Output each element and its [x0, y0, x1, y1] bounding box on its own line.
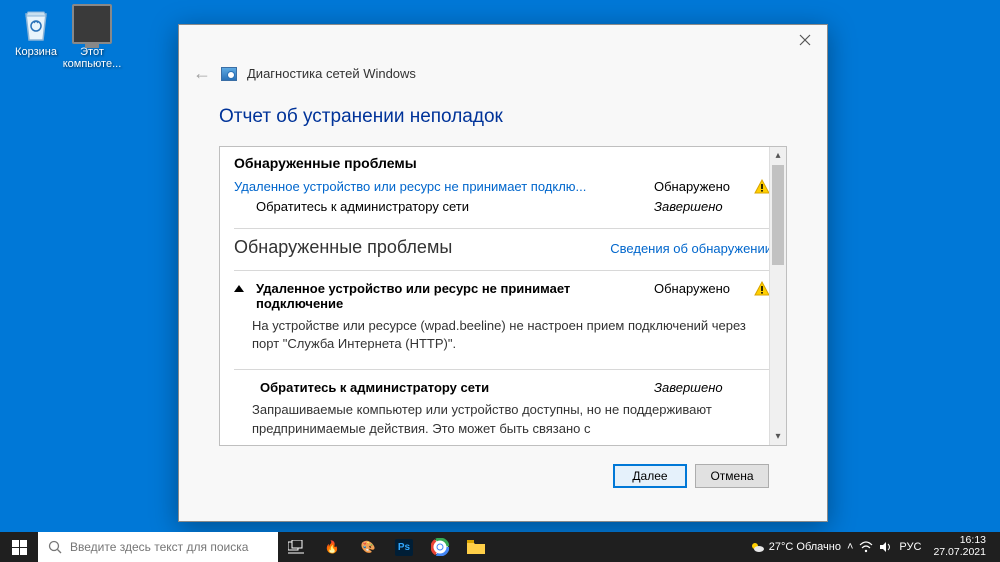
search-box[interactable]	[38, 532, 278, 562]
window-header-title: Диагностика сетей Windows	[247, 66, 416, 81]
sub-header-row: Обнаруженные проблемы Сведения об обнару…	[234, 237, 772, 258]
detected-problems-heading: Обнаруженные проблемы	[234, 155, 772, 171]
problem-summary-row: Удаленное устройство или ресурс не прини…	[234, 177, 772, 197]
speaker-icon	[879, 541, 893, 553]
scroll-thumb[interactable]	[772, 165, 784, 265]
task-view-button[interactable]	[278, 532, 314, 562]
tray-clock[interactable]: 16:13 27.07.2021	[927, 535, 992, 558]
weather-icon	[749, 539, 765, 555]
divider	[234, 228, 772, 229]
step-detail-row: Обратитесь к администратору сети Заверше…	[234, 378, 772, 397]
chrome-icon	[431, 538, 449, 556]
titlebar	[179, 25, 827, 55]
photoshop-icon: Ps	[395, 539, 413, 556]
tray-network-icon[interactable]	[859, 541, 873, 553]
tray-language[interactable]: РУС	[899, 541, 921, 553]
weather-widget[interactable]: 27°C Облачно	[749, 539, 841, 555]
scroll-up-button[interactable]: ▴	[770, 147, 786, 164]
taskbar-app-paint[interactable]: 🎨	[350, 532, 386, 562]
search-input[interactable]	[70, 540, 268, 554]
taskbar-app-explorer[interactable]	[458, 532, 494, 562]
taskbar-app-flame[interactable]: 🔥	[314, 532, 350, 562]
problem-link[interactable]: Удаленное устройство или ресурс не прини…	[234, 179, 646, 194]
collapse-arrow-icon[interactable]	[234, 285, 244, 292]
scroll-down-button[interactable]: ▾	[770, 428, 786, 445]
palette-icon: 🎨	[361, 540, 376, 554]
desktop-icon-recycle-bin[interactable]: Корзина	[6, 4, 66, 58]
step-description: Запрашиваемые компьютер или устройство д…	[234, 397, 772, 441]
header-row: ← Диагностика сетей Windows	[179, 55, 827, 96]
step-detail-title: Обратитесь к администратору сети	[260, 380, 646, 395]
start-button[interactable]	[0, 532, 38, 562]
windows-logo-icon	[12, 540, 27, 555]
taskbar: 🔥 🎨 Ps 27°C Облачно ˄ РУС 16:13 27.07.20…	[0, 532, 1000, 562]
clock-date: 27.07.2021	[933, 547, 986, 559]
recycle-bin-icon	[16, 4, 56, 44]
troubleshooter-window: ← Диагностика сетей Windows Отчет об уст…	[178, 24, 828, 522]
detected-problems-subheading: Обнаруженные проблемы	[234, 237, 452, 258]
report-title: Отчет об устранении неполадок	[219, 106, 787, 128]
desktop-icon-this-pc[interactable]: Этот компьюте...	[62, 4, 122, 70]
close-button[interactable]	[783, 25, 827, 55]
problem-detail-status: Обнаружено	[654, 281, 744, 296]
detection-details-link[interactable]: Сведения об обнаружении	[610, 241, 772, 256]
button-row: Далее Отмена	[219, 446, 787, 488]
step-detail-status: Завершено	[654, 380, 744, 395]
task-view-icon	[288, 540, 304, 554]
weather-text: 27°C Облачно	[769, 541, 841, 553]
report-body: Обнаруженные проблемы Удаленное устройст…	[220, 147, 786, 445]
taskbar-app-chrome[interactable]	[422, 532, 458, 562]
flame-icon: 🔥	[325, 540, 340, 554]
divider	[234, 369, 772, 370]
tray-volume-icon[interactable]	[879, 541, 893, 553]
wifi-icon	[859, 541, 873, 553]
next-button[interactable]: Далее	[613, 464, 687, 488]
tray-chevron-up-icon[interactable]: ˄	[847, 541, 853, 553]
folder-icon	[467, 540, 485, 554]
desktop-icon-label: Корзина	[6, 46, 66, 58]
close-icon	[799, 34, 811, 46]
problem-status: Обнаружено	[654, 179, 744, 194]
system-tray: 27°C Облачно ˄ РУС 16:13 27.07.2021	[741, 532, 1000, 562]
divider	[234, 270, 772, 271]
taskbar-app-photoshop[interactable]: Ps	[386, 532, 422, 562]
scrollbar[interactable]: ▴ ▾	[769, 147, 786, 445]
back-arrow-icon[interactable]: ←	[193, 63, 211, 84]
cancel-button[interactable]: Отмена	[695, 464, 769, 488]
network-diagnostics-icon	[221, 67, 237, 81]
step-label: Обратитесь к администратору сети	[256, 199, 646, 214]
desktop-icon-label: Этот компьюте...	[62, 46, 122, 70]
report-scroll-frame: Обнаруженные проблемы Удаленное устройст…	[219, 146, 787, 446]
problem-description: На устройстве или ресурсе (wpad.beeline)…	[234, 313, 772, 357]
problem-detail-title: Удаленное устройство или ресурс не прини…	[256, 281, 646, 311]
content-area: Отчет об устранении неполадок Обнаруженн…	[179, 96, 827, 488]
search-icon	[48, 540, 62, 554]
problem-detail-row: Удаленное устройство или ресурс не прини…	[234, 279, 772, 313]
step-status: Завершено	[654, 199, 744, 214]
step-summary-row: Обратитесь к администратору сети Заверше…	[234, 197, 772, 216]
computer-icon	[72, 4, 112, 44]
